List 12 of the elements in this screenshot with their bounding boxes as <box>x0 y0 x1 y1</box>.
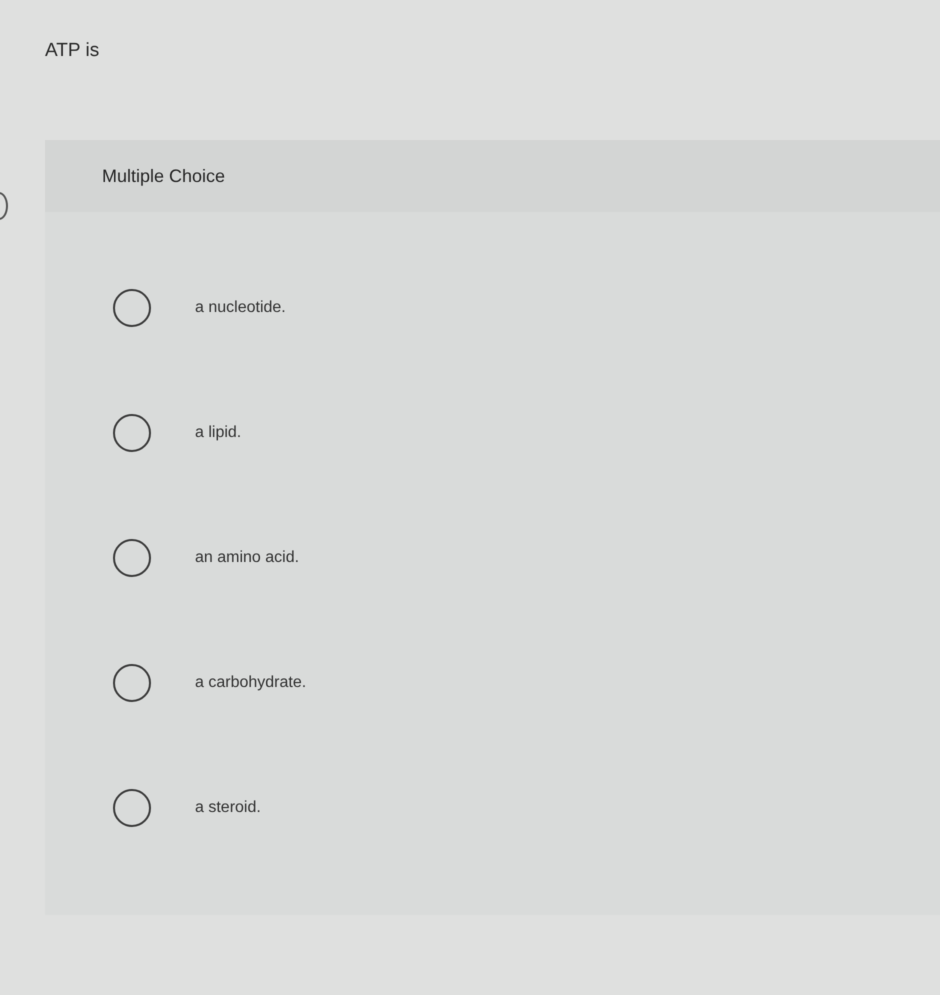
radio-button[interactable] <box>113 788 151 826</box>
radio-button[interactable] <box>113 664 151 702</box>
question-type-label: Multiple Choice <box>102 166 226 186</box>
option-label[interactable]: a lipid. <box>195 424 242 442</box>
radio-button[interactable] <box>113 288 151 326</box>
option-label[interactable]: a steroid. <box>195 798 261 816</box>
radio-button[interactable] <box>113 538 151 576</box>
option-label[interactable]: a carbohydrate. <box>195 674 306 692</box>
question-text: ATP is <box>45 39 100 63</box>
option-label[interactable]: a nucleotide. <box>195 298 286 316</box>
option-label[interactable]: an amino acid. <box>195 548 300 566</box>
radio-button[interactable] <box>113 414 151 452</box>
